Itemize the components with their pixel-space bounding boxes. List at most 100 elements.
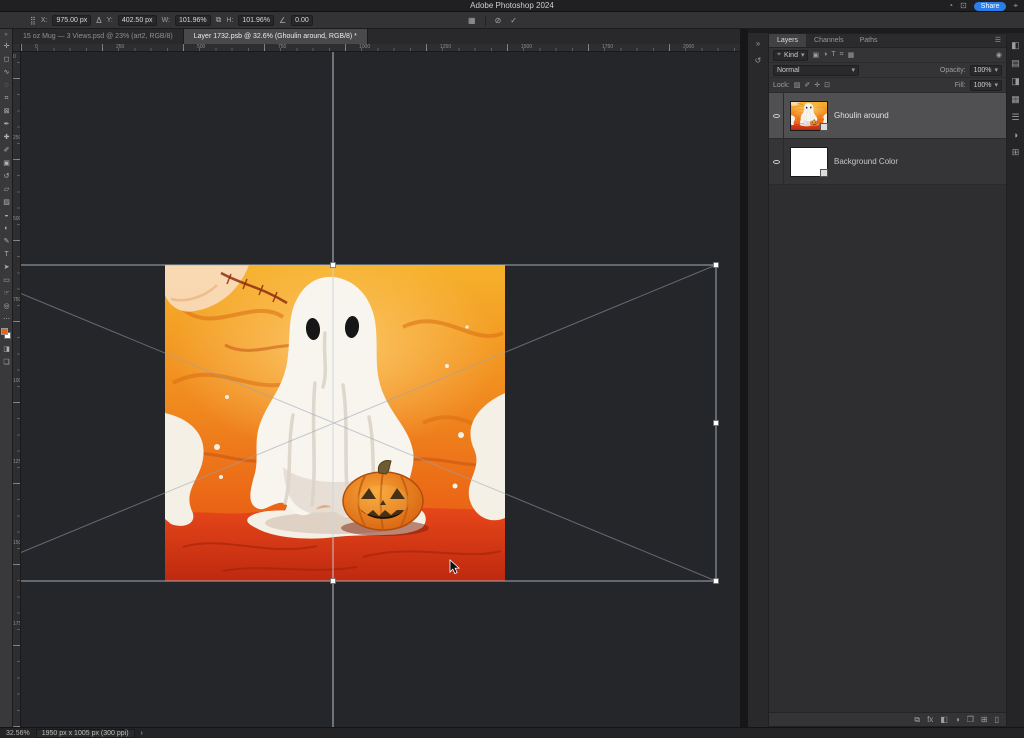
blur-tool-icon[interactable]: ◒ [0,209,13,222]
canvas-viewport[interactable] [21,52,740,727]
libraries-panel-icon[interactable]: ⊞ [1012,147,1020,158]
filter-type-layers-icon[interactable]: T [831,51,835,59]
screen-mode-icon[interactable]: ❏ [0,356,13,369]
delete-layer-icon[interactable]: ▯ [995,715,999,724]
ruler-label: 1500 [521,44,532,50]
angle-field[interactable]: 0.00 [291,15,313,26]
crop-tool-icon[interactable]: ⌗ [0,92,13,105]
ruler-origin[interactable] [13,44,21,52]
filter-kind-dropdown[interactable]: ⌖ Kind ▾ [773,50,808,61]
visibility-eye-icon[interactable] [769,139,784,184]
tab-layer-1732-document[interactable]: Layer 1732.psb @ 32.6% (Ghoulin around, … [184,29,368,44]
brush-tool-icon[interactable]: ✐ [0,144,13,157]
dodge-tool-icon[interactable]: ◐ [0,222,13,235]
frame-tool-icon[interactable]: ⊠ [0,105,13,118]
cancel-transform-icon[interactable]: ⊘ [495,16,502,25]
opacity-field[interactable]: 100% ▾ [970,65,1002,76]
collapse-dock-icon[interactable]: » [756,39,760,48]
tab-channels[interactable]: Channels [806,34,852,47]
healing-brush-tool-icon[interactable]: ✚ [0,131,13,144]
w-field[interactable]: 101.96% [175,15,211,26]
panel-menu-icon[interactable]: ☰ [990,34,1006,47]
fill-field[interactable]: 100% ▾ [970,80,1002,91]
filter-smart-objects-icon[interactable]: ▦ [848,51,855,59]
ruler-top[interactable]: 025050075010001250150017502000 [21,44,740,52]
lock-transparency-icon[interactable]: ▨ [794,81,801,89]
ruler-left[interactable]: 02505007501000125015001750 [13,52,21,727]
foreground-color-swatch[interactable] [1,328,8,335]
properties-panel-icon[interactable]: ☰ [1011,112,1019,123]
eyedropper-tool-icon[interactable]: ✒ [0,118,13,131]
layer-mask-icon[interactable]: ◧ [940,715,948,724]
filter-pixel-layers-icon[interactable]: ▣ [812,51,819,59]
toolbox-collapse-icon[interactable]: » [0,31,12,40]
patterns-panel-icon[interactable]: ▦ [1011,94,1020,105]
color-swatches[interactable] [0,326,13,343]
pen-tool-icon[interactable]: ✎ [0,235,13,248]
zoom-level[interactable]: 32.56% [6,730,30,737]
gradient-tool-icon[interactable]: ▨ [0,196,13,209]
quick-selection-tool-icon[interactable]: ◌ [0,79,13,92]
visibility-eye-icon[interactable] [769,93,784,138]
link-layers-icon[interactable]: ⧉ [914,715,920,725]
share-button[interactable]: Share [974,2,1007,11]
adjustments-panel-icon[interactable]: ◑ [1013,130,1018,140]
history-panel-icon[interactable]: ↺ [755,56,762,65]
reference-point-icon[interactable]: ⣿ [30,16,36,25]
window-icon[interactable]: ⊡ [960,0,967,12]
rectangle-tool-icon[interactable]: ▭ [0,274,13,287]
delta-icon[interactable]: Δ [96,16,101,25]
quick-mask-icon[interactable]: ◨ [0,343,13,356]
fill-value: 100% [974,82,992,89]
zoom-tool-icon[interactable]: ◎ [0,300,13,313]
history-brush-tool-icon[interactable]: ↺ [0,170,13,183]
lasso-tool-icon[interactable]: ∿ [0,66,13,79]
tab-paths[interactable]: Paths [852,34,886,47]
lock-all-icon[interactable]: ⊡ [824,81,830,89]
hand-tool-icon[interactable]: ☞ [0,287,13,300]
blend-mode-dropdown[interactable]: Normal ▾ [773,65,859,76]
move-tool-icon[interactable]: ✛ [0,40,13,53]
x-field[interactable]: 975.00 px [52,15,91,26]
type-tool-icon[interactable]: T [0,248,13,261]
h-field[interactable]: 101.96% [238,15,274,26]
layer-row-ghoulin-around[interactable]: Ghoulin around [769,93,1006,139]
layer-group-icon[interactable]: ❒ [967,715,974,724]
y-field[interactable]: 402.50 px [118,15,157,26]
ruler-label: 0 [35,44,38,50]
layer-thumbnail[interactable] [790,147,828,177]
search-icon: ⌖ [777,51,781,59]
commit-transform-icon[interactable]: ✓ [510,16,517,25]
layer-name[interactable]: Ghoulin around [834,111,889,120]
color-panel-icon[interactable]: ◧ [1011,40,1020,51]
document-info-field[interactable]: 1950 px x 1005 px (300 ppi) [36,729,135,738]
filter-toggle-icon[interactable]: ◉ [996,51,1002,59]
tab-layers[interactable]: Layers [769,34,806,47]
lock-position-icon[interactable]: ✛ [814,81,820,89]
eraser-tool-icon[interactable]: ▱ [0,183,13,196]
edit-toolbar-icon[interactable]: ⋯ [0,313,13,326]
tab-mug-document[interactable]: 15 oz Mug — 3 Views.psd @ 23% (art2, RGB… [13,29,184,44]
clone-stamp-tool-icon[interactable]: ▣ [0,157,13,170]
marquee-tool-icon[interactable]: ◻ [0,53,13,66]
ruler-label: 0 [13,54,16,60]
ruler-label: 750 [13,297,21,303]
new-layer-icon[interactable]: ⊞ [981,715,988,724]
warp-mode-icon[interactable]: ▦ [468,16,476,25]
lock-pixels-icon[interactable]: ✐ [804,81,810,89]
filter-shape-layers-icon[interactable]: ⌗ [840,51,844,59]
path-selection-tool-icon[interactable]: ➤ [0,261,13,274]
layer-name[interactable]: Background Color [834,157,898,166]
filter-adjustment-layers-icon[interactable]: ◑ [823,51,827,59]
record-icon[interactable]: ◔ [948,0,953,12]
h-label: H: [226,17,233,24]
layer-effects-icon[interactable]: fx [927,715,933,724]
layer-row-background-color[interactable]: Background Color [769,139,1006,185]
search-icon[interactable]: ⌖ [1013,0,1018,12]
swatches-panel-icon[interactable]: ▤ [1011,58,1020,69]
gradients-panel-icon[interactable]: ◨ [1011,76,1020,87]
layer-thumbnail[interactable] [790,101,828,131]
link-dimensions-icon[interactable]: ⧉ [216,15,222,25]
status-chevron-icon[interactable]: › [141,730,143,737]
adjustment-layer-icon[interactable]: ◑ [955,715,960,724]
